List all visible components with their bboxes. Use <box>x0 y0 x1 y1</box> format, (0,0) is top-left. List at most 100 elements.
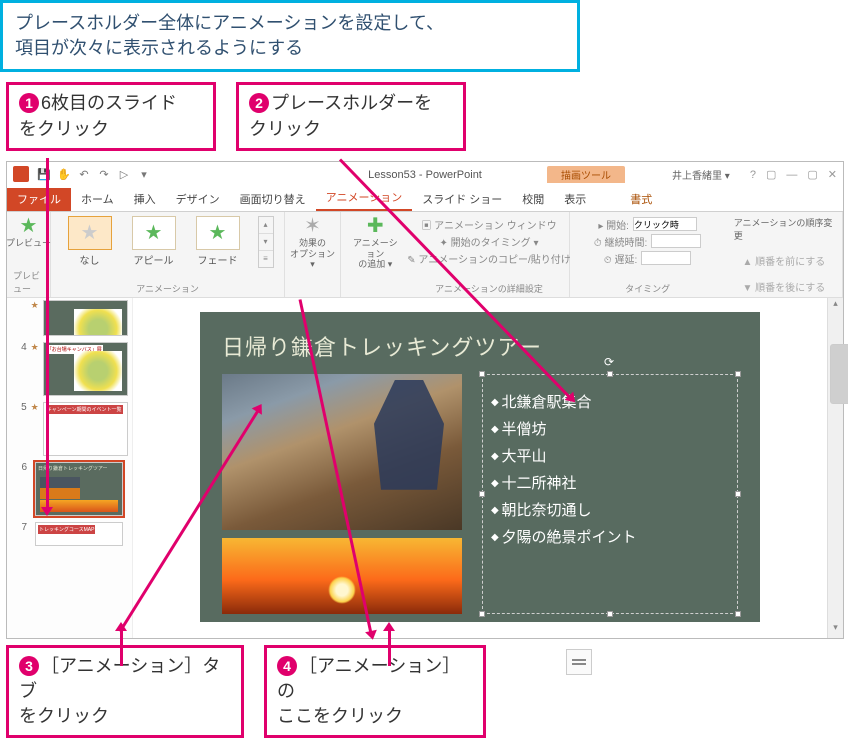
ribbon-group-animation: ★ なし ★ アピール ★ フェード ▴ ▾ ≡ アニメーション <box>51 212 285 297</box>
anim-fade[interactable]: ★ フェード <box>190 216 246 267</box>
qat-start-icon[interactable]: ▷ <box>117 168 131 182</box>
thumb-5-title: キャンペーン期間のイベント一覧 <box>46 405 123 414</box>
contextual-tab-label: 描画ツール <box>547 166 625 183</box>
gallery-expand-button[interactable] <box>566 649 592 675</box>
bullet-6[interactable]: 夕陽の絶景ポイント <box>491 526 729 547</box>
instruction-banner: プレースホルダー全体にアニメーションを設定して、 項目が次々に表示されるようにす… <box>0 0 580 72</box>
tab-view[interactable]: 表示 <box>554 187 596 211</box>
ribbon-group-order: アニメーションの順序変更 ▲ 順番を前にする ▼ 順番を後にする <box>726 212 843 297</box>
timing-duration-input[interactable] <box>651 234 701 248</box>
help-icon[interactable]: ? <box>750 169 756 181</box>
rotate-handle-icon[interactable]: ⟳ <box>604 355 614 369</box>
bullet-4[interactable]: 十二所神社 <box>491 472 729 493</box>
callout-2: 2プレースホルダーを クリック <box>236 82 466 150</box>
bullet-2[interactable]: 半僧坊 <box>491 418 729 439</box>
window-title: Lesson53 - PowerPoint <box>368 169 482 181</box>
leader-line-1 <box>46 158 49 508</box>
vertical-scrollbar[interactable]: ▴ ▾ <box>827 298 843 638</box>
callouts-top: 16枚目のスライド をクリック 2プレースホルダーを クリック <box>0 82 848 150</box>
maximize-icon[interactable]: ▢ <box>807 168 817 181</box>
thumb-row-5[interactable]: 5 ★ キャンペーン期間のイベント一覧 <box>17 402 128 456</box>
tab-design[interactable]: デザイン <box>166 187 230 211</box>
thumb-row-7[interactable]: 7 トレッキングコースMAP <box>17 522 128 546</box>
content-placeholder[interactable]: ⟳ 北鎌倉駅集合 半僧坊 大平山 十二所神社 <box>482 374 738 614</box>
tab-slideshow[interactable]: スライド ショー <box>412 187 512 211</box>
thumb-3-anim-icon: ★ <box>31 300 39 311</box>
trigger-button[interactable]: ✦ 開始のタイミング ▾ <box>440 234 539 249</box>
thumb-5[interactable]: キャンペーン期間のイベント一覧 <box>43 402 128 456</box>
scrollbar-thumb[interactable] <box>830 344 848 404</box>
bullet-5[interactable]: 朝比奈切通し <box>491 499 729 520</box>
tab-file[interactable]: ファイル <box>7 187 71 211</box>
slide-canvas[interactable]: 日帰り鎌倉トレッキングツアー ⟳ <box>200 312 760 622</box>
thumb-row-4[interactable]: 4 ★ 「お台場キャンバス」展 <box>17 342 128 396</box>
tab-home[interactable]: ホーム <box>71 187 124 211</box>
thumb-row-6[interactable]: 6 日帰り鎌倉トレッキングツアー <box>17 462 128 516</box>
thumb-4[interactable]: 「お台場キャンバス」展 <box>43 342 128 396</box>
callout-1b: をクリック <box>19 119 109 139</box>
effect-options-button[interactable]: ✶ 効果の オプション ▾ <box>285 212 341 297</box>
resize-handle-bm[interactable] <box>607 611 613 617</box>
tab-transitions[interactable]: 画面切り替え <box>230 187 316 211</box>
banner-line1: プレースホルダー全体にアニメーションを設定して、 <box>15 13 444 33</box>
bullet-1[interactable]: 北鎌倉駅集合 <box>491 391 729 412</box>
qat-touch-icon[interactable]: ✋ <box>57 168 71 182</box>
qat-undo-icon[interactable]: ↶ <box>77 168 91 182</box>
animation-pane-button[interactable]: ▣ アニメーション ウィンドウ <box>421 217 556 232</box>
callout-1: 16枚目のスライド をクリック <box>6 82 216 150</box>
timing-start-select[interactable] <box>633 217 697 231</box>
sunset-image[interactable] <box>222 538 462 614</box>
resize-handle-tr[interactable] <box>735 371 741 377</box>
minimize-icon[interactable]: — <box>786 169 797 181</box>
tab-insert[interactable]: 挿入 <box>124 187 166 211</box>
add-animation-label: アニメーション の追加 ▾ <box>351 238 399 270</box>
thumb-3[interactable] <box>43 300 128 336</box>
anim-none[interactable]: ★ なし <box>62 216 118 267</box>
resize-handle-bl[interactable] <box>479 611 485 617</box>
leader-line-3 <box>120 630 123 666</box>
slide-title[interactable]: 日帰り鎌倉トレッキングツアー <box>222 330 738 362</box>
preview-group-label: プレビュー <box>13 267 44 295</box>
thumb-row-3[interactable]: ★ <box>17 300 128 336</box>
slide-thumbnail-pane[interactable]: ★ 4 ★ 「お台場キャンバス」展 5 ★ キャンペーン期間のイベント一覧 <box>13 298 133 638</box>
powerpoint-window: 💾 ✋ ↶ ↷ ▷ ▾ Lesson53 - PowerPoint 描画ツール … <box>6 161 844 639</box>
callouts-bottom: 3［アニメーション］タブ をクリック 4［アニメーション］の ここをクリック <box>0 645 848 738</box>
timing-delay-input[interactable] <box>641 251 691 265</box>
callout-4-num: 4 <box>277 656 297 676</box>
anim-fade-label: フェード <box>198 256 238 267</box>
callout-1-num: 1 <box>19 93 39 113</box>
thumb-4-map-image <box>74 351 122 391</box>
tab-animations[interactable]: アニメーション <box>316 185 413 211</box>
leader-line-4 <box>388 630 391 666</box>
qat-redo-icon[interactable]: ↷ <box>97 168 111 182</box>
ribbon-toggle-icon[interactable]: ▢ <box>766 168 776 181</box>
close-icon[interactable]: ✕ <box>828 168 837 181</box>
callout-2b: クリック <box>249 119 321 139</box>
scroll-down-icon[interactable]: ▾ <box>828 622 843 638</box>
scroll-up-icon[interactable]: ▴ <box>828 298 843 314</box>
qat-more-icon[interactable]: ▾ <box>137 168 151 182</box>
tab-review[interactable]: 校閲 <box>512 187 554 211</box>
gallery-more-icon[interactable]: ≡ <box>259 251 273 267</box>
gallery-up-icon[interactable]: ▴ <box>259 217 273 234</box>
slide-editor[interactable]: 日帰り鎌倉トレッキングツアー ⟳ <box>133 298 827 638</box>
resize-handle-mr[interactable] <box>735 491 741 497</box>
user-menu[interactable]: 井上香緒里 ▾ <box>672 167 730 182</box>
order-earlier-button[interactable]: ▲ 順番を前にする <box>742 253 825 268</box>
anim-appear[interactable]: ★ アピール <box>126 216 182 267</box>
resize-handle-tm[interactable] <box>607 371 613 377</box>
gallery-down-icon[interactable]: ▾ <box>259 234 273 251</box>
bullet-list[interactable]: 北鎌倉駅集合 半僧坊 大平山 十二所神社 朝比奈切通し 夕陽の絶景ポイント <box>491 391 729 547</box>
bullet-3[interactable]: 大平山 <box>491 445 729 466</box>
thumb-5-anim-icon: ★ <box>31 402 39 413</box>
order-later-button[interactable]: ▼ 順番を後にする <box>742 279 825 294</box>
timing-duration-label: ⏱ 継続時間: <box>594 234 647 249</box>
tab-format[interactable]: 書式 <box>620 187 662 211</box>
ribbon-group-timing: ▸ 開始: ⏱ 継続時間: ⏲ 遅延: タイミング <box>570 212 726 297</box>
thumb-7[interactable]: トレッキングコースMAP <box>35 522 123 546</box>
resize-handle-ml[interactable] <box>479 491 485 497</box>
resize-handle-br[interactable] <box>735 611 741 617</box>
animation-gallery-scroller[interactable]: ▴ ▾ ≡ <box>258 216 274 268</box>
add-animation-button[interactable]: ✚ アニメーション の追加 ▾ <box>351 216 399 270</box>
resize-handle-tl[interactable] <box>479 371 485 377</box>
